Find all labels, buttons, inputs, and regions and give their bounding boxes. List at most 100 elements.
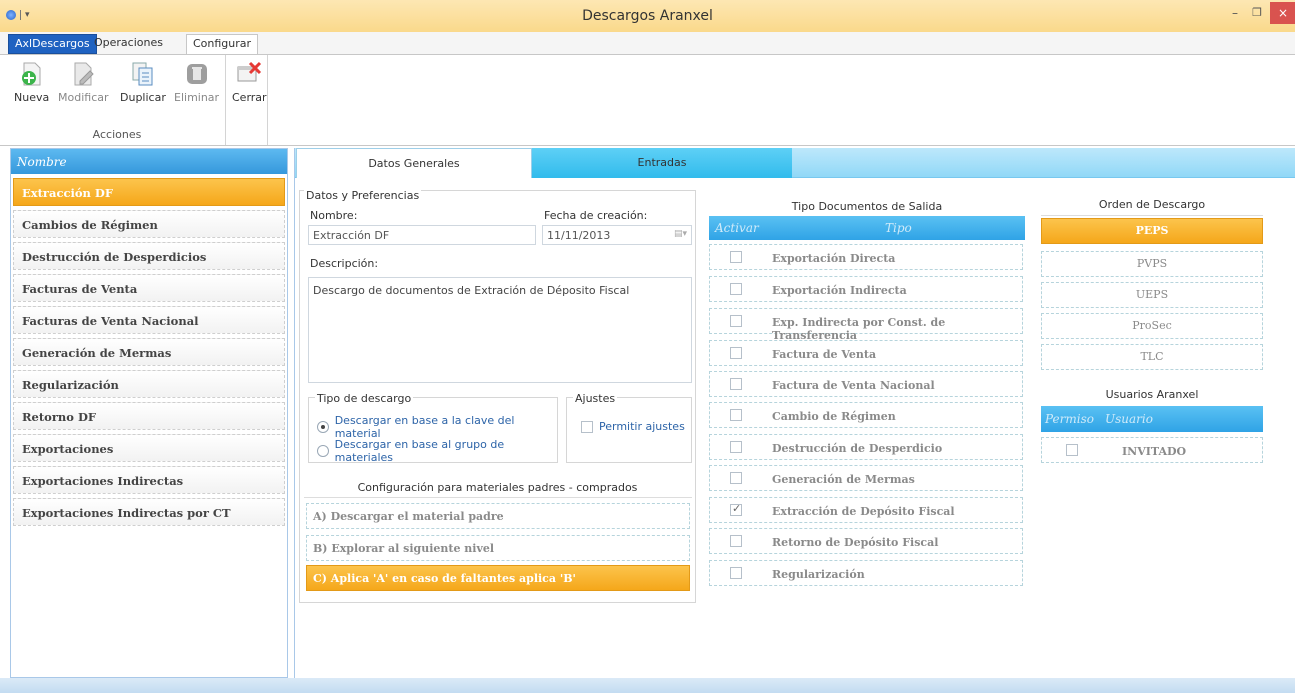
list-item[interactable]: Facturas de Venta Nacional bbox=[13, 306, 285, 334]
tab-entradas[interactable]: Entradas bbox=[532, 148, 792, 178]
table-row[interactable]: Destrucción de Desperdicio bbox=[709, 434, 1023, 460]
table-row[interactable]: Exp. Indirecta por Const. de Transferenc… bbox=[709, 308, 1023, 342]
nombre-field[interactable]: Extracción DF bbox=[308, 225, 536, 245]
maximize-button[interactable]: ❐ bbox=[1248, 6, 1266, 24]
eliminar-button[interactable]: Eliminar bbox=[174, 61, 219, 104]
table-row[interactable]: Cambio de Régimen bbox=[709, 402, 1023, 428]
list-item[interactable]: Extracción DF bbox=[13, 178, 285, 206]
orden-peps-button[interactable]: PEPS bbox=[1041, 218, 1263, 244]
checkbox[interactable] bbox=[730, 315, 742, 327]
table-row[interactable]: Factura de Venta Nacional bbox=[709, 371, 1023, 397]
tab-axldescargos[interactable]: AxlDescargos bbox=[8, 34, 97, 54]
tab-datos-generales[interactable]: Datos Generales bbox=[296, 148, 532, 178]
orden-ueps-button[interactable]: UEPS bbox=[1041, 282, 1263, 308]
close-form-icon bbox=[236, 61, 262, 87]
status-bar bbox=[0, 678, 1295, 693]
checkbox[interactable] bbox=[730, 472, 742, 484]
fecha-field[interactable]: 11/11/2013 ▤▾ bbox=[542, 225, 692, 245]
col-activar[interactable]: Activar bbox=[715, 221, 759, 235]
radio-label: Descargar en base a la clave del materia… bbox=[334, 414, 515, 440]
orden-pvps-button[interactable]: PVPS bbox=[1041, 251, 1263, 277]
checkbox-box bbox=[581, 420, 593, 433]
option-a-button[interactable]: A) Descargar el material padre bbox=[306, 503, 690, 529]
fecha-value: 11/11/2013 bbox=[547, 229, 611, 242]
list-item[interactable]: Exportaciones Indirectas por CT bbox=[13, 498, 285, 526]
list-item[interactable]: Exportaciones bbox=[13, 434, 285, 462]
tab-configurar[interactable]: Configurar bbox=[186, 34, 259, 54]
checkbox[interactable] bbox=[1066, 444, 1078, 456]
content-area: Datos Generales Entradas Datos y Prefere… bbox=[294, 148, 1295, 678]
modificar-button[interactable]: Modificar bbox=[58, 61, 109, 104]
table-row[interactable]: INVITADO bbox=[1041, 437, 1263, 463]
tab-operaciones[interactable]: Operaciones bbox=[88, 34, 169, 54]
list-item[interactable]: Cambios de Régimen bbox=[13, 210, 285, 238]
option-b-button[interactable]: B) Explorar al siguiente nivel bbox=[306, 535, 690, 561]
table-row[interactable]: Generación de Mermas bbox=[709, 465, 1023, 491]
doc-type-label: Factura de Venta Nacional bbox=[772, 379, 935, 392]
doc-type-label: Retorno de Depósito Fiscal bbox=[772, 536, 939, 549]
descripcion-textarea[interactable]: Descargo de documentos de Extración de D… bbox=[308, 277, 692, 383]
checkbox[interactable] bbox=[730, 347, 742, 359]
cerrar-button[interactable]: Cerrar bbox=[232, 61, 267, 104]
table-row[interactable]: Extracción de Depósito Fiscal bbox=[709, 497, 1023, 523]
list-item[interactable]: Generación de Mermas bbox=[13, 338, 285, 366]
list-item[interactable]: Exportaciones Indirectas bbox=[13, 466, 285, 494]
modificar-label: Modificar bbox=[58, 91, 109, 104]
checkbox[interactable] bbox=[730, 409, 742, 421]
usuarios-header: Permiso Usuario bbox=[1041, 406, 1263, 432]
col-permiso[interactable]: Permiso bbox=[1045, 412, 1094, 426]
checkbox[interactable] bbox=[730, 535, 742, 547]
col-usuario[interactable]: Usuario bbox=[1105, 412, 1153, 426]
duplicar-button[interactable]: Duplicar bbox=[120, 61, 166, 104]
minimize-button[interactable]: – bbox=[1226, 6, 1244, 24]
config-padres-title: Configuración para materiales padres - c… bbox=[300, 481, 695, 494]
orden-prosec-button[interactable]: ProSec bbox=[1041, 313, 1263, 339]
table-row[interactable]: Exportación Directa bbox=[709, 244, 1023, 270]
nueva-button[interactable]: Nueva bbox=[14, 61, 49, 104]
calendar-icon[interactable]: ▤▾ bbox=[674, 229, 687, 239]
list-item[interactable]: Facturas de Venta bbox=[13, 274, 285, 302]
radio-label: Descargar en base al grupo de materiales bbox=[334, 438, 505, 464]
radio-grupo-materiales[interactable]: Descargar en base al grupo de materiales bbox=[317, 438, 557, 464]
list-item[interactable]: Retorno DF bbox=[13, 402, 285, 430]
checkbox[interactable] bbox=[730, 283, 742, 295]
table-row[interactable]: Factura de Venta bbox=[709, 340, 1023, 366]
permitir-ajustes-checkbox[interactable]: Permitir ajustes bbox=[581, 420, 685, 433]
doc-type-label: Generación de Mermas bbox=[772, 473, 915, 486]
option-c-button[interactable]: C) Aplica 'A' en caso de faltantes aplic… bbox=[306, 565, 690, 591]
doc-type-label: Regularización bbox=[772, 568, 865, 581]
tipo-documentos-title: Tipo Documentos de Salida bbox=[791, 200, 943, 213]
doc-type-label: Cambio de Régimen bbox=[772, 410, 896, 423]
orden-tlc-button[interactable]: TLC bbox=[1041, 344, 1263, 370]
list-header-nombre[interactable]: Nombre bbox=[11, 149, 287, 174]
table-row[interactable]: Retorno de Depósito Fiscal bbox=[709, 528, 1023, 554]
close-window-button[interactable]: × bbox=[1270, 2, 1295, 24]
table-row[interactable]: Exportación Indirecta bbox=[709, 276, 1023, 302]
checkbox[interactable] bbox=[730, 251, 742, 263]
radio-dot bbox=[317, 445, 329, 457]
table-row[interactable]: Regularización bbox=[709, 560, 1023, 586]
descripcion-label: Descripción: bbox=[308, 257, 381, 270]
doc-type-label: Exportación Directa bbox=[772, 252, 896, 265]
doc-type-label: Exportación Indirecta bbox=[772, 284, 907, 297]
divider bbox=[304, 497, 692, 498]
checkbox[interactable] bbox=[730, 502, 742, 516]
title-bar: ▾ Descargos Aranxel – ❐ × bbox=[0, 0, 1295, 32]
ribbon-tab-strip: AxlDescargos Operaciones Configurar e bbox=[0, 32, 1295, 78]
doc-type-label: Extracción de Depósito Fiscal bbox=[772, 505, 955, 518]
ribbon-group-acciones: Nueva Modificar Duplicar Eliminar Accion… bbox=[8, 55, 226, 145]
ajustes-title: Ajustes bbox=[573, 392, 618, 405]
checkbox[interactable] bbox=[730, 567, 742, 579]
ribbon-group-cerrar: Cerrar bbox=[226, 55, 268, 145]
checkbox[interactable] bbox=[730, 378, 742, 390]
ribbon-group-label: Acciones bbox=[92, 128, 142, 141]
add-icon bbox=[19, 61, 45, 87]
checkbox[interactable] bbox=[730, 441, 742, 453]
orden-descarga-title: Orden de Descargo bbox=[1041, 198, 1263, 216]
list-item[interactable]: Destrucción de Desperdicios bbox=[13, 242, 285, 270]
radio-clave-material[interactable]: Descargar en base a la clave del materia… bbox=[317, 414, 557, 440]
content-tab-strip: Datos Generales Entradas bbox=[295, 148, 1295, 178]
list-item[interactable]: Regularización bbox=[13, 370, 285, 398]
col-tipo[interactable]: Tipo bbox=[885, 221, 912, 235]
datos-group-title: Datos y Preferencias bbox=[304, 189, 422, 202]
